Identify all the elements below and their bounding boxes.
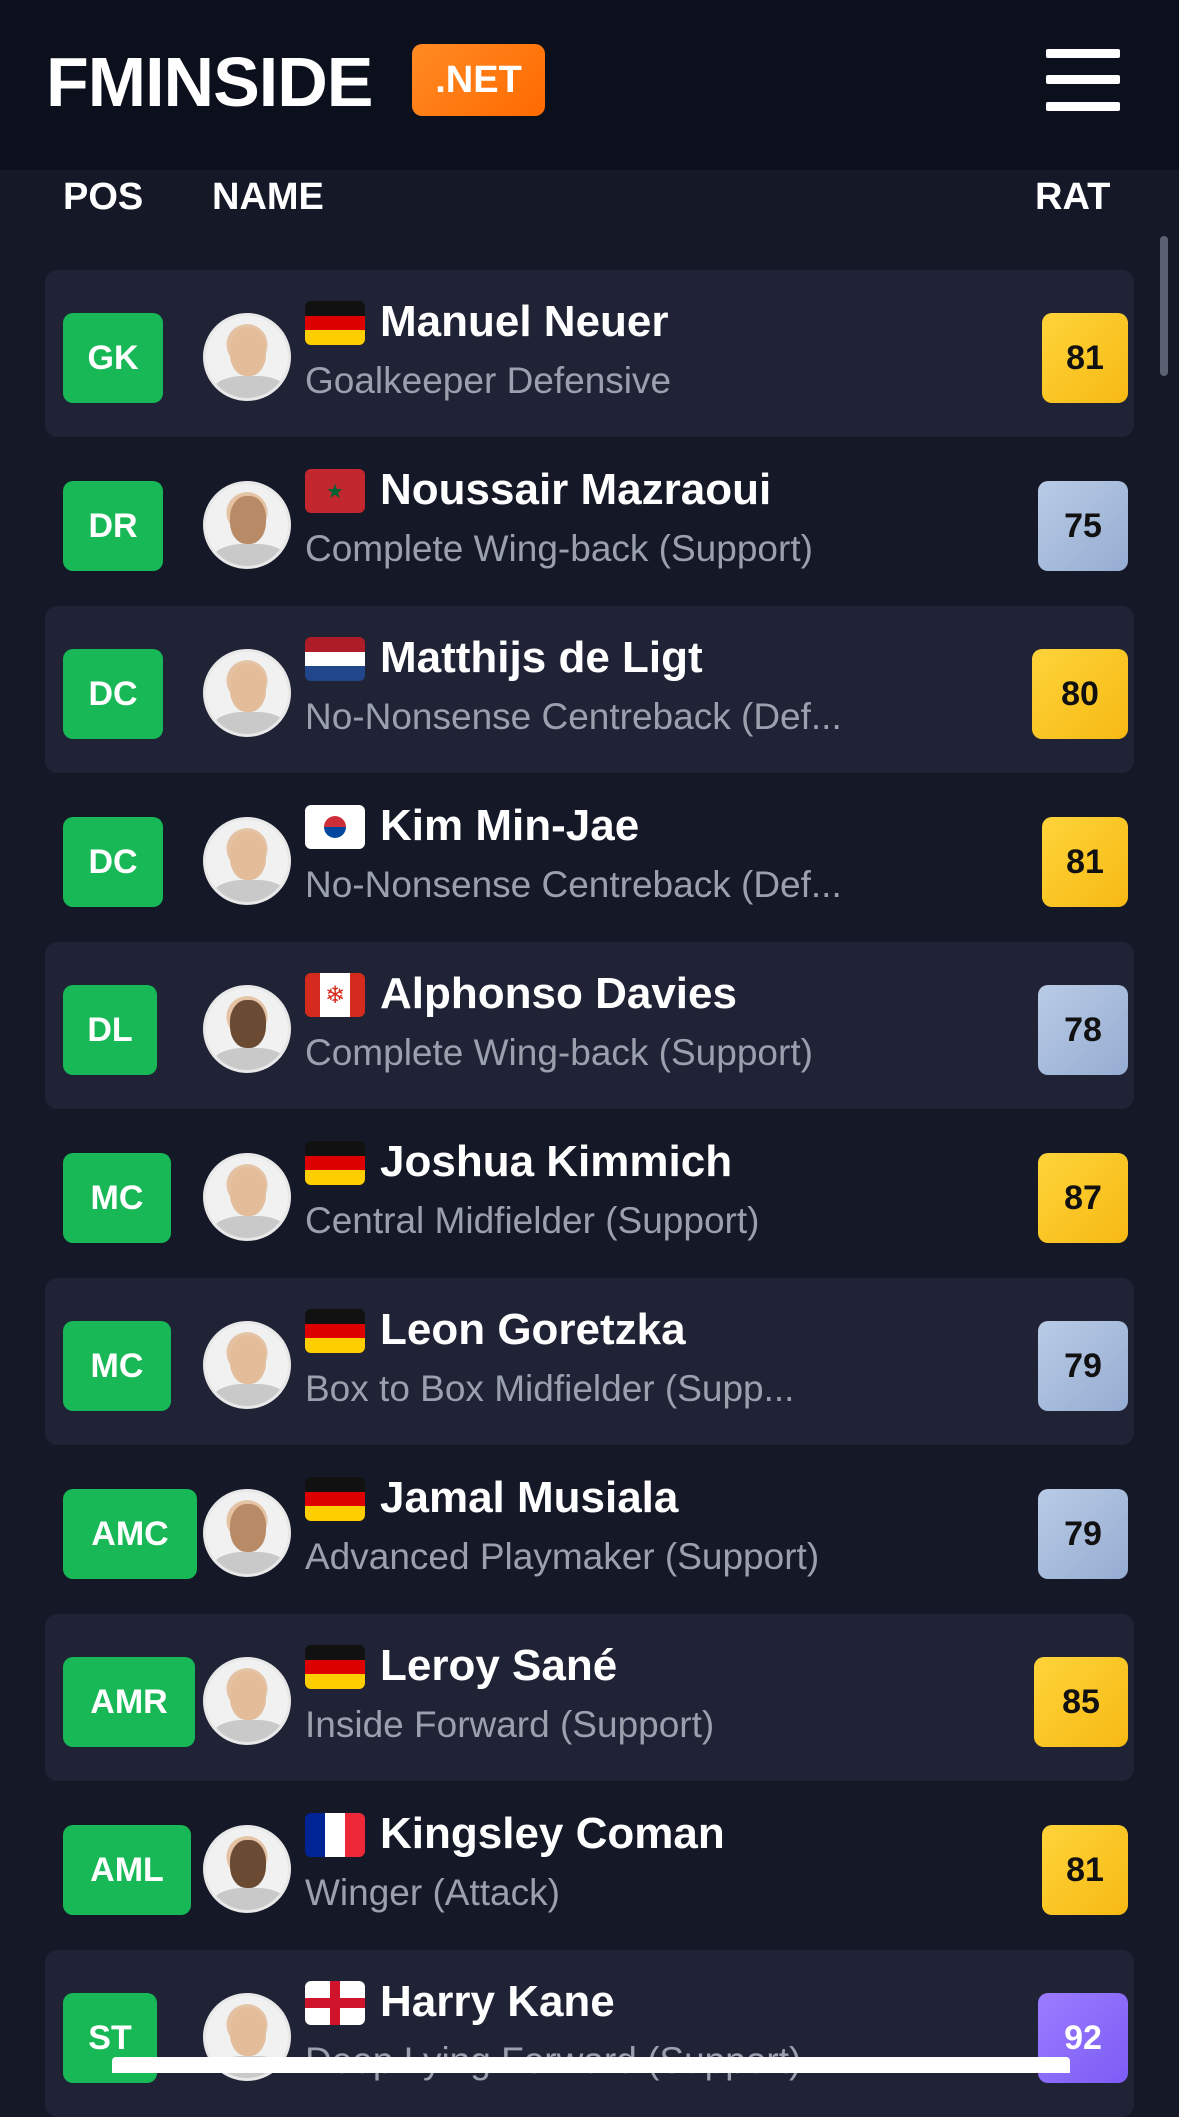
player-avatar[interactable] bbox=[203, 481, 291, 569]
player-name[interactable]: Matthijs de Ligt bbox=[380, 633, 703, 683]
rating-badge: 87 bbox=[1038, 1153, 1128, 1243]
rating-badge: 78 bbox=[1038, 985, 1128, 1075]
position-badge: DL bbox=[63, 985, 157, 1075]
player-avatar[interactable] bbox=[203, 985, 291, 1073]
player-avatar[interactable] bbox=[203, 313, 291, 401]
germany-flag-icon bbox=[305, 1645, 365, 1689]
germany-flag-icon bbox=[305, 1477, 365, 1521]
rating-badge: 75 bbox=[1038, 481, 1128, 571]
player-avatar[interactable] bbox=[203, 1321, 291, 1409]
player-name[interactable]: Kingsley Coman bbox=[380, 1809, 725, 1859]
player-role: No-Nonsense Centreback (Def... bbox=[305, 696, 842, 737]
site-logo[interactable]: FMINSIDE bbox=[46, 42, 373, 122]
player-role: Complete Wing-back (Support) bbox=[305, 1032, 813, 1073]
position-badge: GK bbox=[63, 313, 163, 403]
position-badge: AMR bbox=[63, 1657, 195, 1747]
player-role: Central Midfielder (Support) bbox=[305, 1200, 760, 1241]
player-role: Winger (Attack) bbox=[305, 1872, 560, 1913]
position-badge: MC bbox=[63, 1321, 171, 1411]
player-role: No-Nonsense Centreback (Def... bbox=[305, 864, 842, 905]
player-name[interactable]: Alphonso Davies bbox=[380, 969, 737, 1019]
south-korea-flag-icon bbox=[305, 805, 365, 849]
column-header-rat[interactable]: RAT bbox=[1035, 176, 1110, 219]
player-role: Goalkeeper Defensive bbox=[305, 360, 672, 401]
rating-badge: 80 bbox=[1032, 649, 1128, 739]
player-name[interactable]: Kim Min-Jae bbox=[380, 801, 639, 851]
player-name[interactable]: Leroy Sané bbox=[380, 1641, 617, 1691]
rating-badge: 85 bbox=[1034, 1657, 1128, 1747]
player-name[interactable]: Jamal Musiala bbox=[380, 1473, 678, 1523]
rating-badge: 81 bbox=[1042, 817, 1128, 907]
column-header-name[interactable]: NAME bbox=[212, 176, 324, 219]
position-badge: AML bbox=[63, 1825, 191, 1915]
player-name[interactable]: Manuel Neuer bbox=[380, 297, 669, 347]
player-role: Complete Wing-back (Support) bbox=[305, 528, 813, 569]
position-badge: DC bbox=[63, 649, 163, 739]
player-name[interactable]: Joshua Kimmich bbox=[380, 1137, 732, 1187]
player-avatar[interactable] bbox=[203, 1657, 291, 1745]
france-flag-icon bbox=[305, 1813, 365, 1857]
morocco-flag-icon: ★ bbox=[305, 469, 365, 513]
germany-flag-icon bbox=[305, 1141, 365, 1185]
england-flag-icon bbox=[305, 1981, 365, 2025]
site-logo-badge[interactable]: .NET bbox=[412, 44, 545, 116]
player-role: Box to Box Midfielder (Supp... bbox=[305, 1368, 795, 1409]
hamburger-icon[interactable] bbox=[1046, 46, 1120, 112]
player-name[interactable]: Noussair Mazraoui bbox=[380, 465, 771, 515]
player-avatar[interactable] bbox=[203, 817, 291, 905]
rating-badge: 79 bbox=[1038, 1489, 1128, 1579]
top-bar: FMINSIDE .NET bbox=[0, 0, 1179, 170]
canada-flag-icon: ❄ bbox=[305, 973, 365, 1017]
ad-banner[interactable] bbox=[112, 2057, 1070, 2073]
position-badge: AMC bbox=[63, 1489, 197, 1579]
column-header-pos[interactable]: POS bbox=[63, 176, 143, 219]
player-name[interactable]: Harry Kane bbox=[380, 1977, 615, 2027]
rating-badge: 81 bbox=[1042, 1825, 1128, 1915]
player-avatar[interactable] bbox=[203, 1153, 291, 1241]
player-avatar[interactable] bbox=[203, 1489, 291, 1577]
position-badge: DR bbox=[63, 481, 163, 571]
player-role: Advanced Playmaker (Support) bbox=[305, 1536, 820, 1577]
rating-badge: 81 bbox=[1042, 313, 1128, 403]
germany-flag-icon bbox=[305, 1309, 365, 1353]
position-badge: MC bbox=[63, 1153, 171, 1243]
rating-badge: 79 bbox=[1038, 1321, 1128, 1411]
scrollbar-thumb[interactable] bbox=[1160, 236, 1168, 376]
player-avatar[interactable] bbox=[203, 1825, 291, 1913]
player-avatar[interactable] bbox=[203, 649, 291, 737]
player-name[interactable]: Leon Goretzka bbox=[380, 1305, 686, 1355]
position-badge: DC bbox=[63, 817, 163, 907]
germany-flag-icon bbox=[305, 301, 365, 345]
netherlands-flag-icon bbox=[305, 637, 365, 681]
player-role: Inside Forward (Support) bbox=[305, 1704, 715, 1745]
